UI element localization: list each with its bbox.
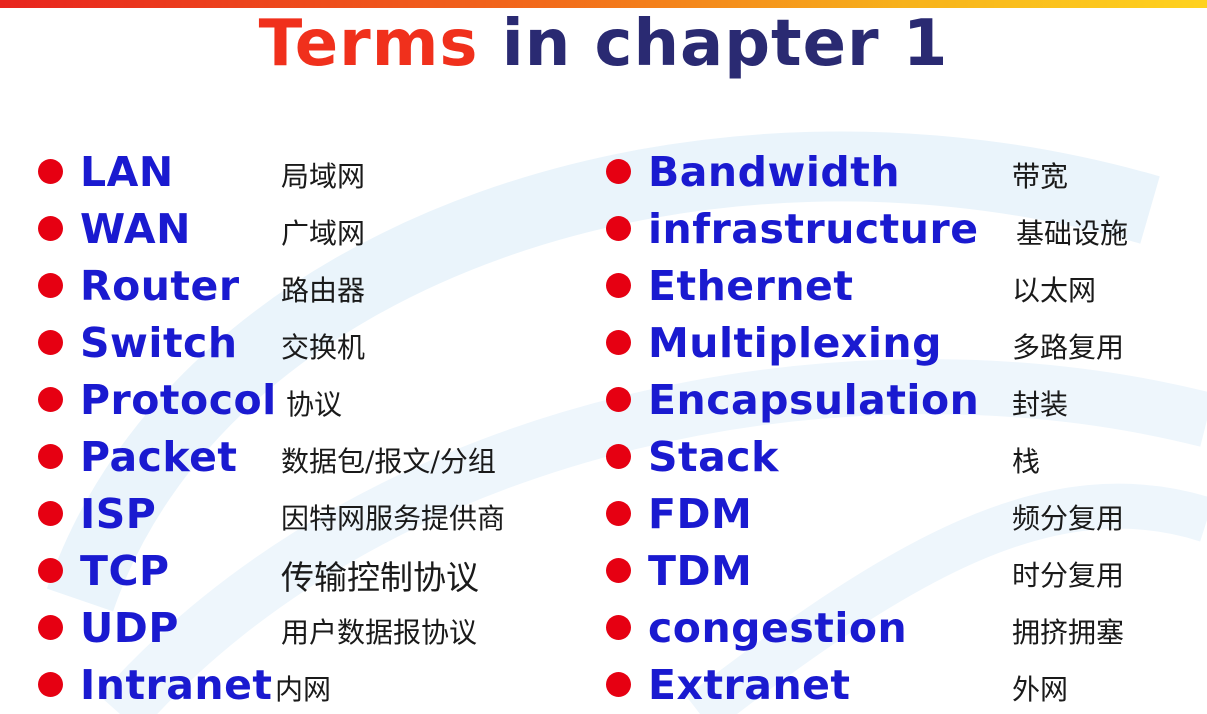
- term-english: congestion: [648, 603, 908, 652]
- term-item: infrastructure 基础设施: [606, 200, 1128, 257]
- bullet-icon: [38, 615, 63, 640]
- bullet-icon: [38, 330, 63, 355]
- term-english: Bandwidth: [648, 147, 901, 196]
- bullet-icon: [606, 330, 631, 355]
- bullet-icon: [606, 558, 631, 583]
- bullet-icon: [38, 444, 63, 469]
- term-chinese: 以太网: [1012, 273, 1097, 307]
- term-chinese: 广域网: [281, 216, 366, 250]
- term-chinese: 频分复用: [1012, 501, 1125, 535]
- bullet-icon: [606, 444, 631, 469]
- term-item: Extranet 外网: [606, 656, 1068, 713]
- title-main: in chapter 1: [501, 7, 949, 81]
- term-english: TDM: [648, 546, 753, 595]
- term-english: LAN: [80, 147, 174, 196]
- term-chinese: 传输控制协议: [281, 557, 479, 597]
- term-english: Ethernet: [648, 261, 854, 310]
- term-item: FDM 频分复用: [606, 485, 1124, 542]
- term-english: WAN: [80, 204, 191, 253]
- term-item: Switch 交换机: [38, 314, 365, 371]
- term-chinese: 带宽: [1012, 159, 1069, 193]
- term-english: UDP: [80, 603, 179, 652]
- bullet-icon: [606, 159, 631, 184]
- term-item: Multiplexing 多路复用: [606, 314, 1124, 371]
- bullet-icon: [38, 672, 63, 697]
- term-chinese: 基础设施: [1016, 216, 1129, 250]
- bullet-icon: [606, 501, 631, 526]
- term-chinese: 时分复用: [1012, 558, 1125, 592]
- term-item: Bandwidth 带宽: [606, 143, 1068, 200]
- term-item: Ethernet 以太网: [606, 257, 1096, 314]
- term-chinese: 因特网服务提供商: [281, 501, 506, 535]
- term-english: Encapsulation: [648, 375, 980, 424]
- term-chinese: 封装: [1012, 387, 1069, 421]
- term-chinese: 数据包/报文/分组: [281, 444, 496, 478]
- term-chinese: 交换机: [281, 330, 366, 364]
- term-item: LAN 局域网: [38, 143, 365, 200]
- term-chinese: 多路复用: [1012, 330, 1125, 364]
- bullet-icon: [38, 159, 63, 184]
- term-chinese: 栈: [1012, 444, 1041, 478]
- bullet-icon: [38, 216, 63, 241]
- term-item: congestion 拥挤拥塞: [606, 599, 1124, 656]
- term-english: Protocol: [80, 375, 277, 424]
- term-english: Intranet: [80, 660, 273, 709]
- term-item: UDP 用户数据报协议: [38, 599, 477, 656]
- bullet-icon: [606, 615, 631, 640]
- term-chinese: 路由器: [281, 273, 366, 307]
- term-english: ISP: [80, 489, 157, 538]
- right-term-list: Bandwidth 带宽 infrastructure 基础设施 Ethernet 以…: [606, 143, 1128, 713]
- term-english: infrastructure: [648, 204, 979, 253]
- term-english: Switch: [80, 318, 238, 367]
- term-english: TCP: [80, 546, 170, 595]
- term-chinese: 局域网: [281, 159, 366, 193]
- bullet-icon: [38, 387, 63, 412]
- term-item: TDM 时分复用: [606, 542, 1124, 599]
- bullet-icon: [38, 558, 63, 583]
- term-item: Encapsulation 封装: [606, 371, 1068, 428]
- term-item: Packet 数据包/报文/分组: [38, 428, 496, 485]
- bullet-icon: [38, 273, 63, 298]
- bullet-icon: [606, 387, 631, 412]
- term-english: Packet: [80, 432, 238, 481]
- term-chinese: 协议: [286, 387, 343, 421]
- term-chinese: 拥挤拥塞: [1012, 615, 1125, 649]
- bullet-icon: [606, 216, 631, 241]
- term-item: Router 路由器: [38, 257, 365, 314]
- left-term-list: LAN 局域网 WAN 广域网 Router 路由器 Switch 交换机 Protoc…: [38, 143, 505, 713]
- slide-title: Terms in chapter 1: [0, 4, 1207, 84]
- bullet-icon: [606, 672, 631, 697]
- term-item: WAN 广域网: [38, 200, 365, 257]
- title-accent: Terms: [258, 7, 479, 81]
- term-item: Protocol 协议: [38, 371, 342, 428]
- term-item: TCP 传输控制协议: [38, 542, 479, 599]
- term-item: Stack 栈: [606, 428, 1040, 485]
- term-english: Extranet: [648, 660, 851, 709]
- term-chinese: 用户数据报协议: [281, 615, 478, 649]
- term-chinese: 外网: [1012, 672, 1069, 706]
- term-item: ISP 因特网服务提供商: [38, 485, 505, 542]
- term-english: Multiplexing: [648, 318, 942, 367]
- term-item: Intranet 内网: [38, 656, 331, 713]
- term-english: Stack: [648, 432, 779, 481]
- term-english: FDM: [648, 489, 753, 538]
- term-chinese: 内网: [275, 672, 332, 706]
- bullet-icon: [606, 273, 631, 298]
- term-english: Router: [80, 261, 240, 310]
- bullet-icon: [38, 501, 63, 526]
